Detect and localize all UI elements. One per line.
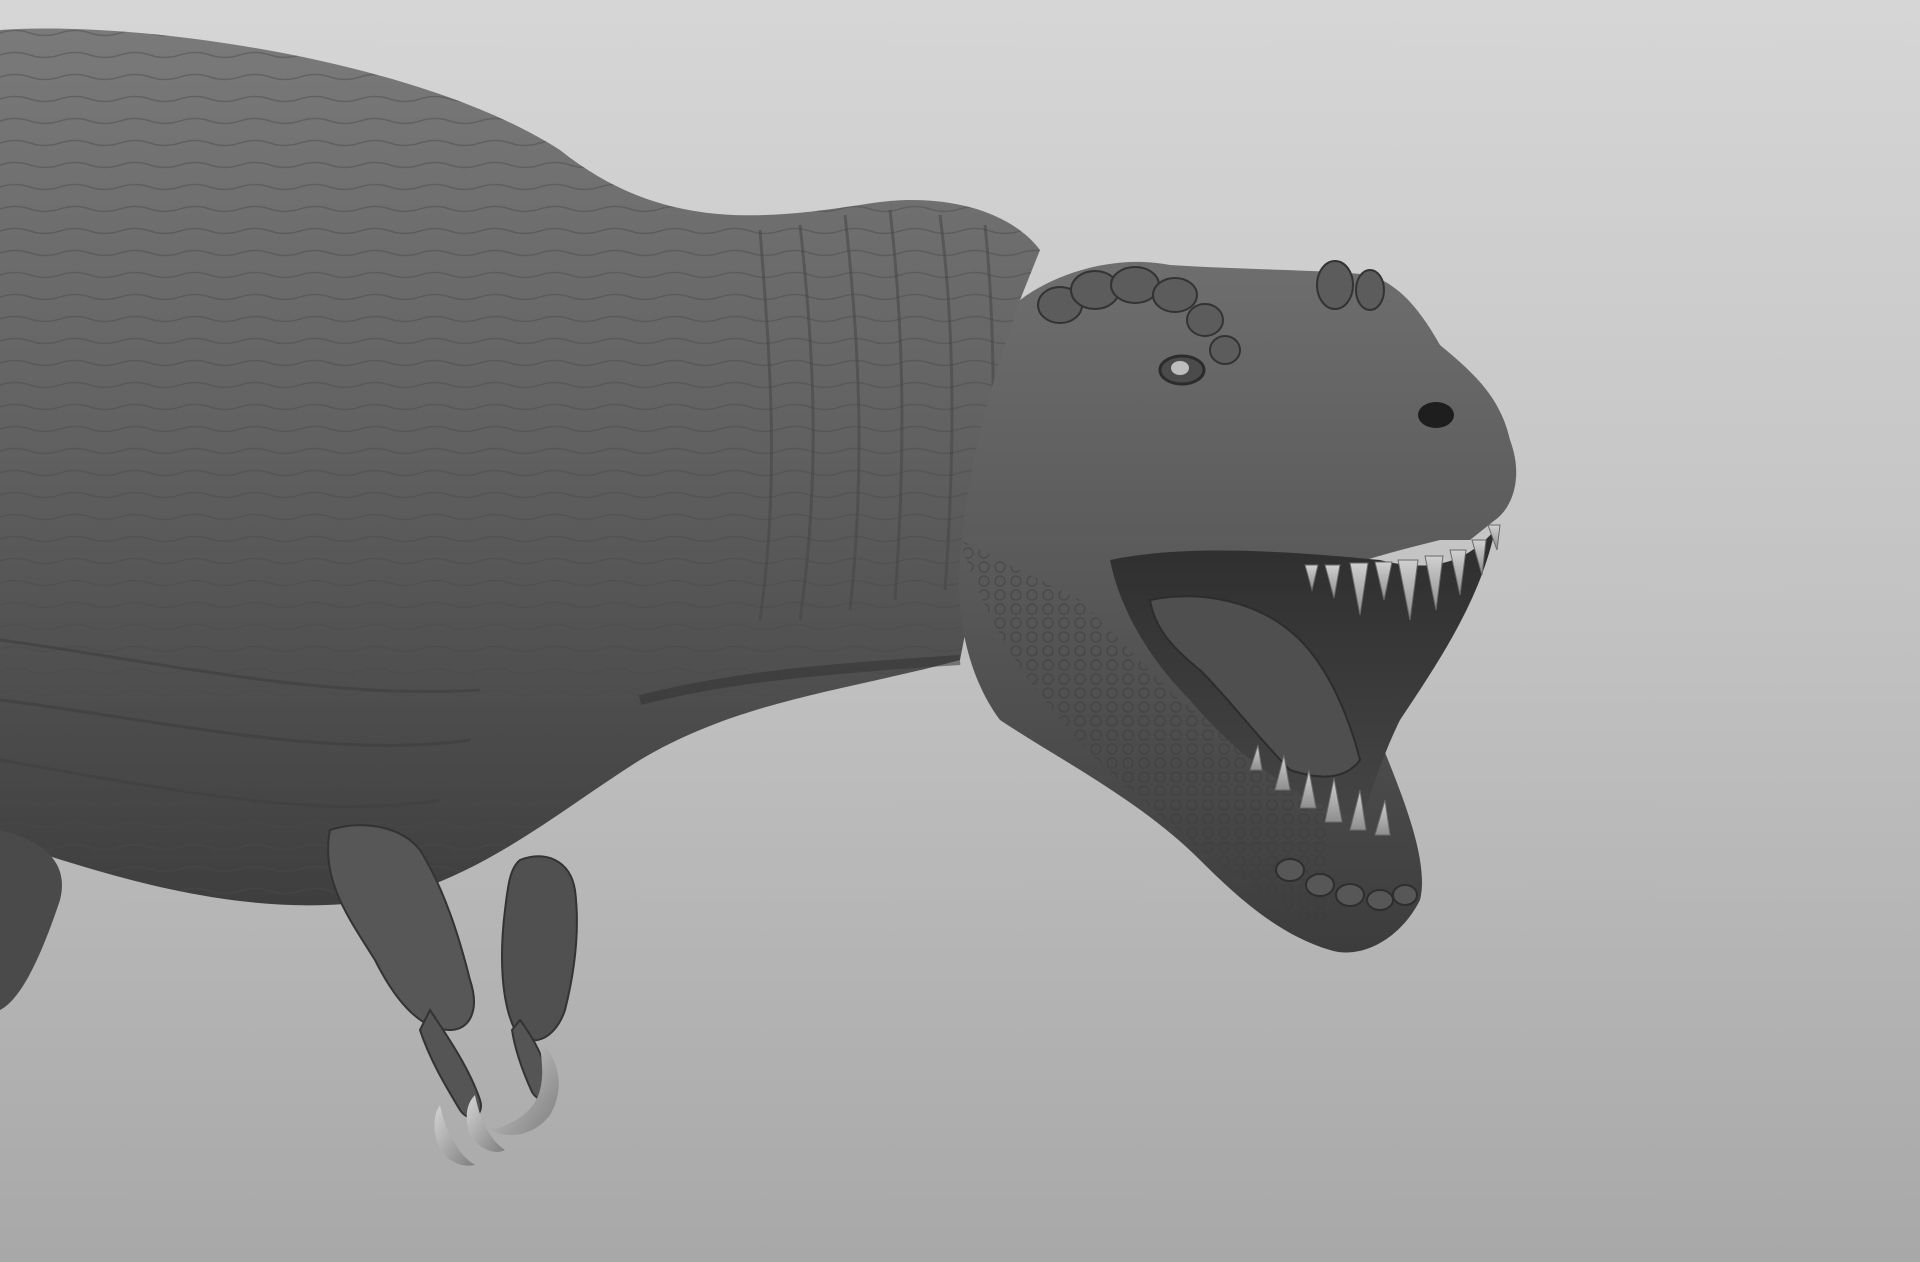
arm-second xyxy=(501,855,578,1042)
nostril xyxy=(1418,402,1454,428)
claw xyxy=(466,1095,505,1152)
sculpt-viewport xyxy=(0,0,1920,1262)
t-rex-sculpt-render xyxy=(0,28,1517,1166)
